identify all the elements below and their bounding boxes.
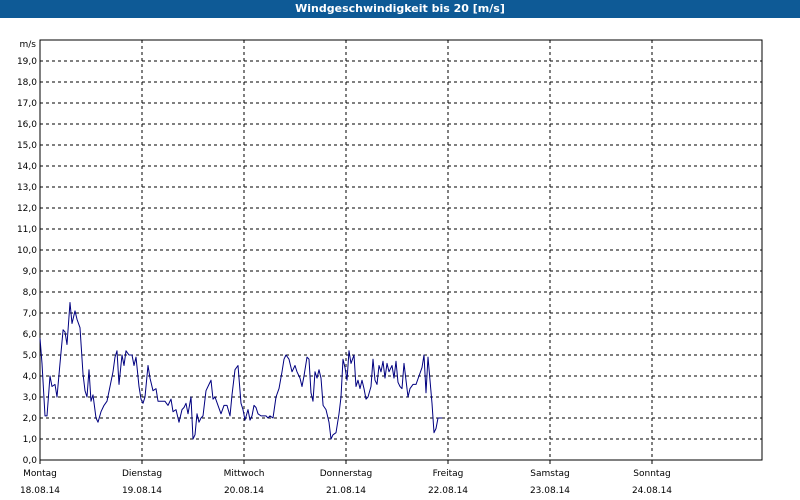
x-tick-date-label: 19.08.14 <box>122 486 162 496</box>
y-tick-label: 13,0 <box>17 183 37 193</box>
y-axis-label: m/s <box>20 40 37 50</box>
y-tick-label: 11,0 <box>17 225 37 235</box>
x-tick-date-label: 21.08.14 <box>326 486 366 496</box>
y-tick-label: 7,0 <box>23 309 38 319</box>
y-tick-label: 3,0 <box>23 393 38 403</box>
y-tick-label: 9,0 <box>23 267 38 277</box>
x-tick-day-label: Samstag <box>530 469 569 479</box>
x-tick-date-label: 22.08.14 <box>428 486 468 496</box>
y-tick-label: 19,0 <box>17 57 37 67</box>
y-tick-label: 5,0 <box>23 351 38 361</box>
x-tick-date-label: 23.08.14 <box>530 486 570 496</box>
y-tick-label: 1,0 <box>23 435 38 445</box>
x-tick-day-label: Donnerstag <box>320 469 373 479</box>
x-tick-day-label: Montag <box>23 469 57 479</box>
y-tick-label: 12,0 <box>17 204 37 214</box>
y-tick-label: 10,0 <box>17 246 37 256</box>
y-tick-label: 4,0 <box>23 372 38 382</box>
y-tick-label: 8,0 <box>23 288 38 298</box>
y-tick-label: 18,0 <box>17 78 37 88</box>
x-tick-day-label: Mittwoch <box>224 469 265 479</box>
x-tick-day-label: Dienstag <box>122 469 162 479</box>
x-tick-date-label: 18.08.14 <box>20 486 60 496</box>
chart-window: Windgeschwindigkeit bis 20 [m/s] 0,0 1,0 2… <box>0 0 800 500</box>
y-tick-label: 16,0 <box>17 120 37 130</box>
x-tick-day-label: Freitag <box>433 469 464 479</box>
y-tick-label: 15,0 <box>17 141 37 151</box>
x-tick-day-label: Sonntag <box>633 469 670 479</box>
x-tick-date-label: 20.08.14 <box>224 486 264 496</box>
wind-speed-chart: 0,0 1,0 2,0 3,0 4,0 5,0 6,0 7,0 8,0 9,0 10,0 11,0 12… <box>17 39 763 496</box>
y-tick-label: 17,0 <box>17 99 37 109</box>
x-tick-date-label: 24.08.14 <box>632 486 672 496</box>
y-tick-label: 0,0 <box>23 456 38 466</box>
y-tick-label: 2,0 <box>23 414 38 424</box>
y-tick-label: 6,0 <box>23 330 38 340</box>
y-tick-label: 14,0 <box>17 162 37 172</box>
